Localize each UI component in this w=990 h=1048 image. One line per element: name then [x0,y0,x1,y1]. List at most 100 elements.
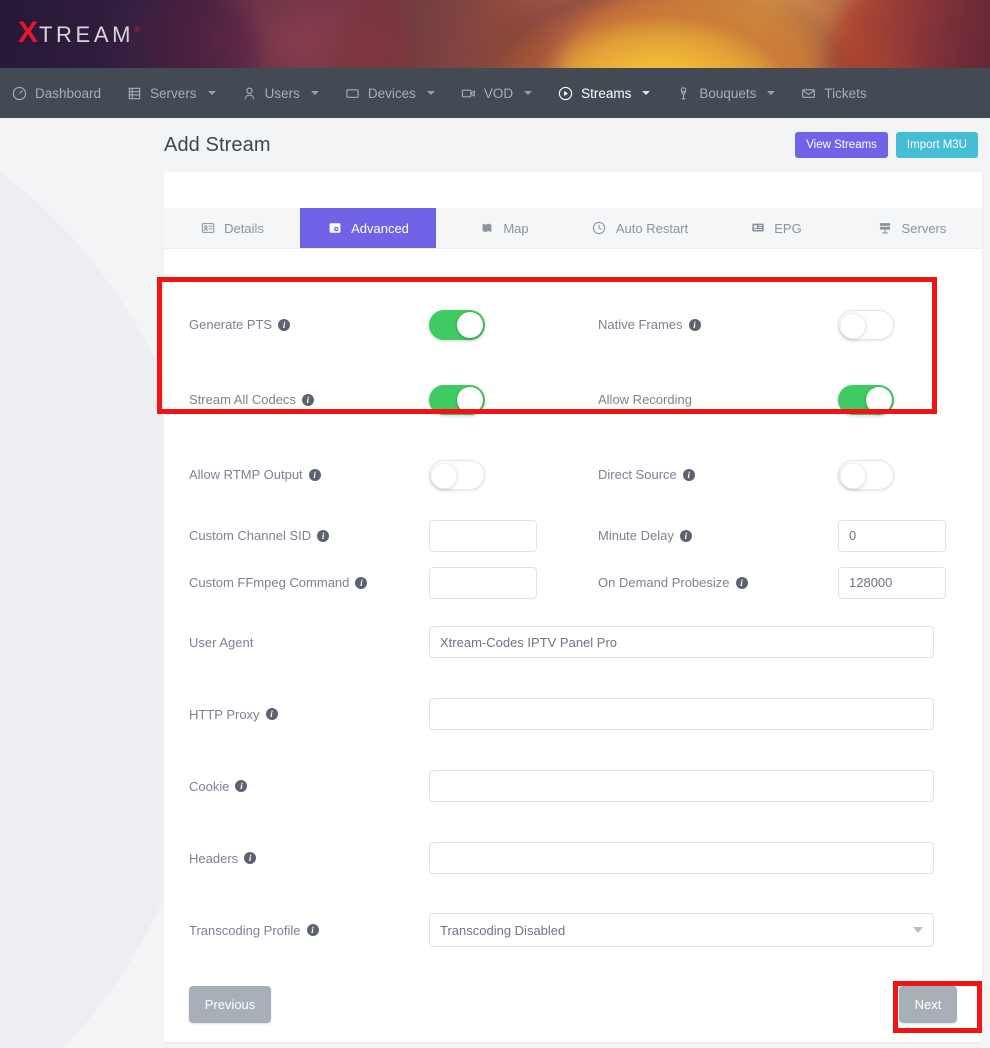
nav-item-devices[interactable]: Devices [332,68,448,118]
chevron-down-icon [208,91,216,95]
import-m3u-button[interactable]: Import M3U [896,132,978,158]
nav-label: Servers [150,86,197,101]
chevron-down-icon [524,91,532,95]
tab-label: Map [503,221,528,236]
servers-icon [878,221,893,236]
clock-icon [592,221,607,236]
field-minute-delay: Minute Delay i [573,512,982,559]
info-icon[interactable]: i [307,924,319,936]
http-proxy-input[interactable] [429,698,934,730]
info-icon[interactable]: i [278,319,290,331]
field-label: Allow RTMP Output [189,467,303,482]
tab-servers[interactable]: Servers [844,208,980,248]
map-icon [479,221,494,236]
on-demand-probesize-input[interactable] [838,567,946,599]
stream-all-codecs-toggle[interactable] [429,385,485,415]
field-label: Transcoding Profile [189,923,301,938]
nav-item-users[interactable]: Users [229,68,332,118]
field-label-wrap: Cookie i [164,779,429,794]
info-icon[interactable]: i [309,469,321,481]
content-container: Add Stream View Streams Import M3U [164,118,990,1042]
nav-item-streams[interactable]: Streams [545,68,663,118]
nav-item-dashboard[interactable]: Dashboard [0,68,114,118]
nav-label: Dashboard [35,86,101,101]
custom-ffmpeg-command-input[interactable] [429,567,537,599]
form-body: Generate PTS i Native Frames i [164,249,982,1042]
form-row-allow-rtmp: Allow RTMP Output i Direct Source i [164,437,982,512]
custom-channel-sid-input[interactable] [429,520,537,552]
previous-button[interactable]: Previous [189,986,271,1023]
next-button[interactable]: Next [899,986,957,1023]
page-body: Add Stream View Streams Import M3U [0,118,990,1048]
generate-pts-toggle[interactable] [429,310,485,340]
toggle-knob [840,463,866,489]
info-icon[interactable]: i [266,708,278,720]
field-label: User Agent [189,635,253,650]
nav-item-bouquets[interactable]: Bouquets [663,68,788,118]
info-icon[interactable]: i [317,530,329,542]
toggle-knob [866,387,892,413]
field-label-wrap: User Agent [164,635,429,650]
info-icon[interactable]: i [680,530,692,542]
field-label-wrap: Headers i [164,851,429,866]
allow-recording-toggle[interactable] [838,385,894,415]
nav-label: Streams [581,86,631,101]
chevron-down-icon [427,91,435,95]
info-icon[interactable]: i [736,577,748,589]
nav-item-tickets[interactable]: Tickets [788,68,879,118]
play-circle-icon [558,86,573,101]
direct-source-toggle[interactable] [838,460,894,490]
field-allow-recording: Allow Recording [573,362,982,437]
toggle-knob [840,313,866,339]
native-frames-toggle[interactable] [838,310,894,340]
transcoding-profile-select[interactable]: Transcoding Disabled [429,913,934,947]
logo-x-mark: X [18,18,38,48]
field-label-wrap: On Demand Probesize i [573,575,838,590]
tab-label: Servers [902,221,947,236]
transcoding-profile-value: Transcoding Disabled [440,923,565,938]
field-label: On Demand Probesize [598,575,730,590]
field-label-wrap: Direct Source i [573,467,838,482]
field-label-wrap: Generate PTS i [164,317,429,332]
allow-rtmp-output-toggle[interactable] [429,460,485,490]
field-label: Allow Recording [598,392,692,407]
server-icon [127,86,142,101]
info-icon[interactable]: i [244,852,256,864]
minute-delay-input[interactable] [838,520,946,552]
nav-label: Tickets [824,86,866,101]
field-stream-all-codecs: Stream All Codecs i [164,362,573,437]
info-icon[interactable]: i [235,780,247,792]
page-header: Add Stream View Streams Import M3U [164,118,990,172]
nav-item-vod[interactable]: VOD [448,68,545,118]
field-on-demand-probesize: On Demand Probesize i [573,559,982,606]
xtream-logo[interactable]: X TREAM ® [18,18,143,48]
info-icon[interactable]: i [355,577,367,589]
headers-input[interactable] [429,842,934,874]
tab-epg[interactable]: EPG [708,208,844,248]
tab-details[interactable]: Details [164,208,300,248]
field-generate-pts: Generate PTS i [164,287,573,362]
tab-bar: Details Advanced [164,208,982,249]
field-label-wrap: HTTP Proxy i [164,707,429,722]
field-label: Minute Delay [598,528,674,543]
user-icon [242,86,257,101]
field-direct-source: Direct Source i [573,437,982,512]
tab-map[interactable]: Map [436,208,572,248]
info-icon[interactable]: i [302,394,314,406]
tab-auto-restart[interactable]: Auto Restart [572,208,708,248]
tab-label: Details [224,221,264,236]
info-icon[interactable]: i [689,319,701,331]
user-agent-input[interactable] [429,626,934,658]
view-streams-button[interactable]: View Streams [795,132,888,158]
nav-item-servers[interactable]: Servers [114,68,229,118]
tab-advanced[interactable]: Advanced [300,208,436,248]
form-row-user-agent: User Agent [164,606,982,678]
form-row-ffmpeg-command: Custom FFmpeg Command i On Demand Probes… [164,559,982,606]
toggle-knob [431,463,457,489]
banner-streak [330,0,550,68]
epg-icon [750,221,765,236]
top-banner: X TREAM ® [0,0,990,68]
info-icon[interactable]: i [683,469,695,481]
field-native-frames: Native Frames i [573,287,982,362]
cookie-input[interactable] [429,770,934,802]
